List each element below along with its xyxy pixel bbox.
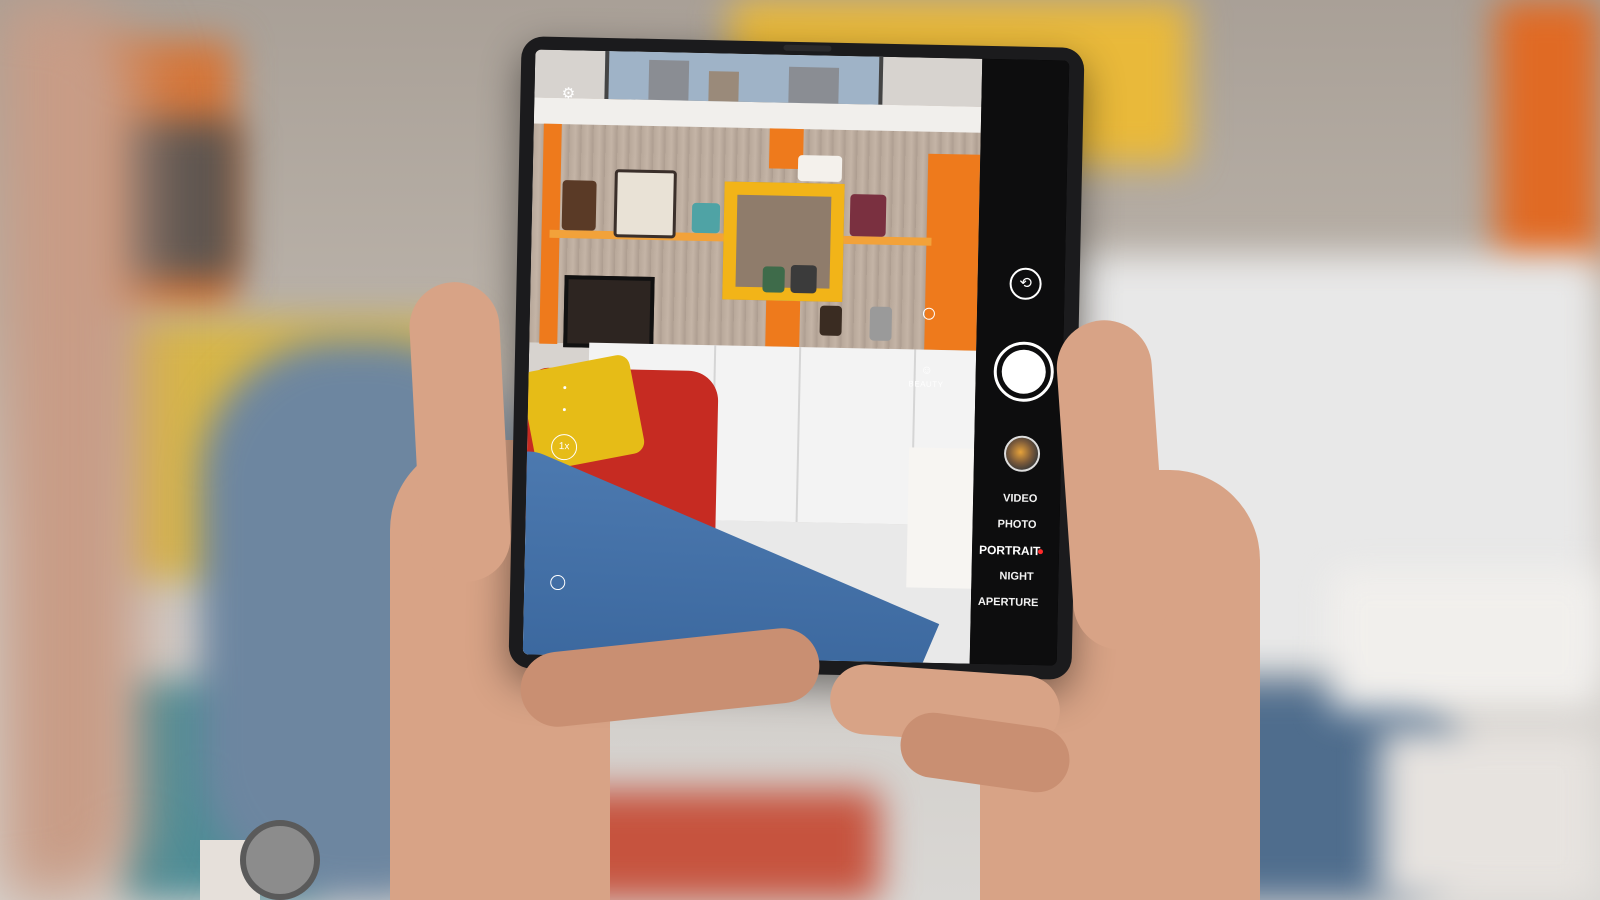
shutter-button-inner [1001, 349, 1047, 395]
wrist-watch [240, 820, 320, 900]
tea-box [691, 202, 721, 234]
background-orange-panel [1495, 0, 1600, 270]
left-thumb [407, 279, 513, 585]
building [648, 59, 690, 101]
hinge-top [783, 44, 832, 52]
background-head-blur [0, 0, 140, 900]
canister [819, 305, 843, 336]
jar [790, 264, 817, 294]
camera-control-strip: ⟲ VIDEO PHOTO PORTRAIT NIGHT APERTURE [969, 58, 1070, 666]
mode-video[interactable]: VIDEO [1003, 492, 1037, 505]
phone-screen: ⚙ 1x ☺ BEAUTY ⟲ VIDEO PHOTO PORTRAIT NIG… [522, 49, 1070, 666]
zoom-scale-dot [563, 386, 567, 390]
camera-switch-icon[interactable]: ⟲ [1009, 267, 1042, 301]
mode-night[interactable]: NIGHT [999, 570, 1033, 583]
foldable-phone: ⚙ 1x ☺ BEAUTY ⟲ VIDEO PHOTO PORTRAIT NIG… [508, 36, 1085, 680]
background-shoe [1380, 730, 1600, 900]
moka-pot [869, 306, 893, 341]
coffee-tin [561, 180, 597, 231]
gallery-thumbnail[interactable] [1003, 435, 1041, 473]
jar [762, 266, 785, 293]
box [797, 154, 843, 182]
mode-photo[interactable]: PHOTO [997, 518, 1036, 531]
zoom-scale-dot [562, 408, 566, 412]
framed-picture [563, 275, 655, 349]
orange-shelf-block [765, 300, 801, 348]
background-table [1330, 570, 1600, 710]
white-side-table [906, 447, 980, 589]
books [849, 194, 887, 237]
active-mode-dot [1037, 549, 1044, 555]
building [708, 71, 739, 102]
orange-shelf-panel [924, 153, 981, 351]
settings-icon[interactable]: ⚙ [560, 85, 576, 102]
camera-viewfinder[interactable]: ⚙ 1x ☺ BEAUTY [522, 49, 983, 664]
building [788, 66, 840, 104]
cafe-poster [613, 169, 677, 239]
mode-aperture[interactable]: APERTURE [978, 596, 1039, 609]
beauty-label[interactable]: BEAUTY [908, 379, 943, 389]
beauty-icon[interactable]: ☺ [920, 363, 934, 377]
shutter-button[interactable] [993, 341, 1055, 403]
mode-portrait[interactable]: PORTRAIT [979, 543, 1041, 558]
